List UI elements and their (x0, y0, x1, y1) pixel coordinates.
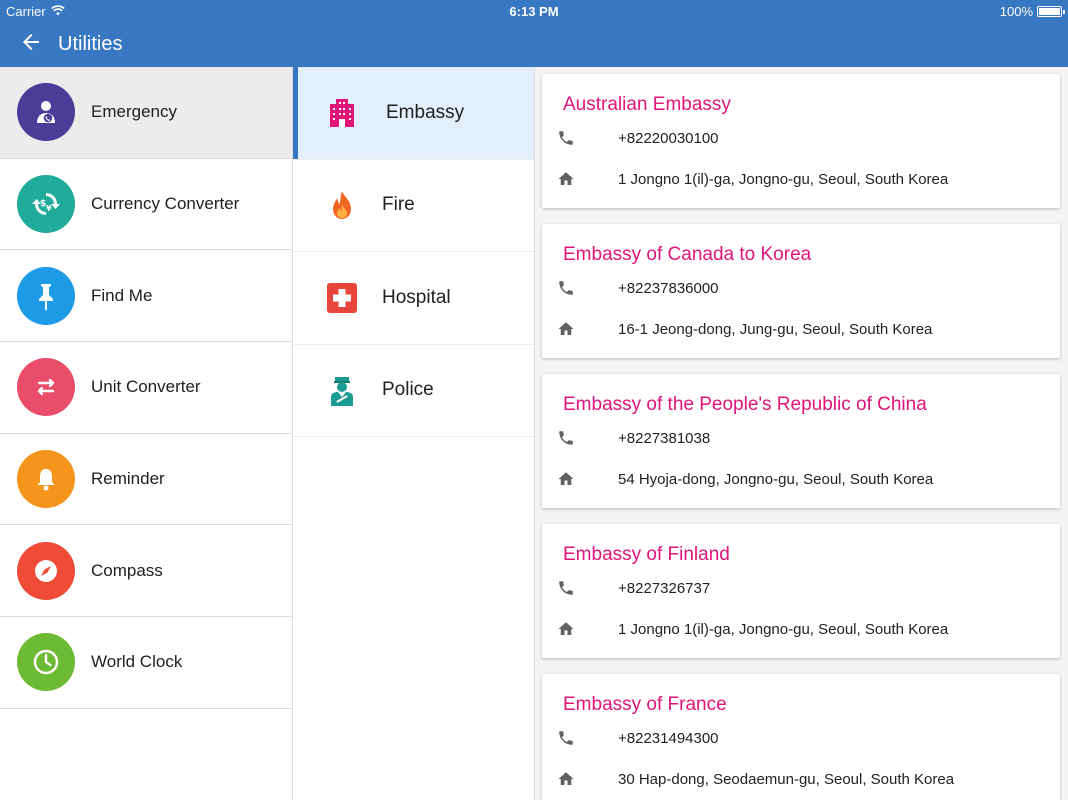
category-label: Hospital (382, 286, 451, 308)
embassy-address: 1 Jongno 1(il)-ga, Jongno-gu, Seoul, Sou… (618, 620, 949, 638)
embassy-name: Australian Embassy (563, 94, 731, 115)
utility-label: Unit Converter (91, 377, 201, 397)
home-icon (556, 619, 576, 639)
utility-item-currency-converter[interactable]: $ ¥ Currency Converter (0, 159, 292, 251)
home-icon (556, 169, 576, 189)
embassy-card[interactable]: Embassy of Finland +8227326737 1 Jongno … (542, 524, 1060, 658)
category-label: Embassy (386, 101, 465, 123)
phone-icon (556, 278, 576, 298)
embassy-card[interactable]: Embassy of Canada to Korea +82237836000 … (542, 224, 1060, 358)
embassy-name: Embassy of Finland (563, 544, 730, 565)
status-bar: Carrier 6:13 PM 100% (0, 0, 1068, 22)
battery-label: 100% (999, 4, 1033, 19)
utility-label: Reminder (91, 469, 165, 489)
phone-icon (556, 728, 576, 748)
category-item-hospital[interactable]: Hospital (293, 252, 534, 345)
fire-icon (324, 187, 360, 223)
compass-icon (17, 541, 75, 600)
phone-row[interactable]: +82220030100 (556, 128, 719, 148)
top-bar: Carrier 6:13 PM 100% Utilities (0, 0, 1068, 67)
home-icon (556, 769, 576, 789)
clock-icon (17, 633, 75, 692)
utilities-list: Emergency $ ¥ Currency Converter Find Me … (0, 67, 293, 800)
embassy-address: 1 Jongno 1(il)-ga, Jongno-gu, Seoul, Sou… (618, 170, 949, 188)
embassy-card[interactable]: Embassy of the People's Republic of Chin… (542, 374, 1060, 508)
swap-arrows-icon (17, 358, 75, 417)
hospital-icon (324, 280, 360, 316)
category-list: Embassy Fire Hospital Police (293, 67, 535, 800)
utility-item-world-clock[interactable]: World Clock (0, 617, 292, 709)
embassy-address: 16-1 Jeong-dong, Jung-gu, Seoul, South K… (618, 320, 933, 338)
embassy-address: 54 Hyoja-dong, Jongno-gu, Seoul, South K… (618, 470, 934, 488)
embassy-card[interactable]: Embassy of France +82231494300 30 Hap-do… (542, 674, 1060, 800)
person-phone-icon (17, 83, 75, 142)
embassy-name: Embassy of France (563, 694, 727, 715)
utility-label: Currency Converter (91, 194, 240, 214)
phone-icon (556, 578, 576, 598)
address-row[interactable]: 16-1 Jeong-dong, Jung-gu, Seoul, South K… (556, 319, 932, 339)
phone-row[interactable]: +8227381038 (556, 428, 710, 448)
category-item-fire[interactable]: Fire (293, 160, 534, 252)
home-icon (556, 319, 576, 339)
category-item-police[interactable]: Police (293, 345, 534, 437)
phone-icon (556, 128, 576, 148)
embassy-list: Australian Embassy +82220030100 1 Jongno… (535, 67, 1068, 800)
address-row[interactable]: 30 Hap-dong, Seodaemun-gu, Seoul, South … (556, 769, 954, 789)
embassy-phone: +82220030100 (618, 129, 719, 147)
phone-icon (556, 428, 576, 448)
currency-exchange-icon: $ ¥ (17, 175, 75, 234)
embassy-name: Embassy of Canada to Korea (563, 244, 812, 265)
category-label: Fire (382, 194, 415, 216)
utility-label: World Clock (91, 652, 183, 672)
embassy-phone: +82231494300 (618, 729, 719, 747)
category-label: Police (382, 379, 434, 401)
battery-info: 100% (999, 4, 1065, 19)
utility-item-emergency[interactable]: Emergency (0, 67, 292, 159)
app-bar: Utilities (0, 22, 1068, 67)
phone-row[interactable]: +8227326737 (556, 578, 710, 598)
back-button[interactable] (10, 24, 52, 66)
phone-row[interactable]: +82231494300 (556, 728, 719, 748)
embassy-phone: +8227326737 (618, 579, 711, 597)
battery-icon (1037, 6, 1065, 17)
address-row[interactable]: 1 Jongno 1(il)-ga, Jongno-gu, Seoul, Sou… (556, 169, 948, 189)
svg-text:¥: ¥ (46, 204, 52, 213)
embassy-name: Embassy of the People's Republic of Chin… (563, 394, 927, 415)
utility-item-find-me[interactable]: Find Me (0, 250, 292, 343)
building-icon (324, 95, 360, 131)
embassy-phone: +82237836000 (618, 279, 719, 297)
utility-label: Find Me (91, 285, 153, 305)
arrow-back-icon (19, 30, 43, 59)
pin-icon (17, 266, 75, 325)
page-title: Utilities (58, 33, 123, 55)
category-item-embassy[interactable]: Embassy (293, 67, 534, 160)
police-officer-icon (324, 372, 360, 408)
address-row[interactable]: 54 Hyoja-dong, Jongno-gu, Seoul, South K… (556, 469, 933, 489)
bell-icon (17, 450, 75, 509)
home-icon (556, 469, 576, 489)
phone-row[interactable]: +82237836000 (556, 278, 719, 298)
utility-item-reminder[interactable]: Reminder (0, 434, 292, 526)
address-row[interactable]: 1 Jongno 1(il)-ga, Jongno-gu, Seoul, Sou… (556, 619, 948, 639)
status-time: 6:13 PM (509, 4, 559, 19)
embassy-address: 30 Hap-dong, Seodaemun-gu, Seoul, South … (618, 770, 955, 788)
utility-item-unit-converter[interactable]: Unit Converter (0, 342, 292, 434)
embassy-card[interactable]: Australian Embassy +82220030100 1 Jongno… (542, 74, 1060, 208)
utility-item-compass[interactable]: Compass (0, 525, 292, 618)
utility-label: Compass (91, 560, 163, 580)
utility-label: Emergency (91, 102, 177, 122)
embassy-phone: +8227381038 (618, 429, 711, 447)
